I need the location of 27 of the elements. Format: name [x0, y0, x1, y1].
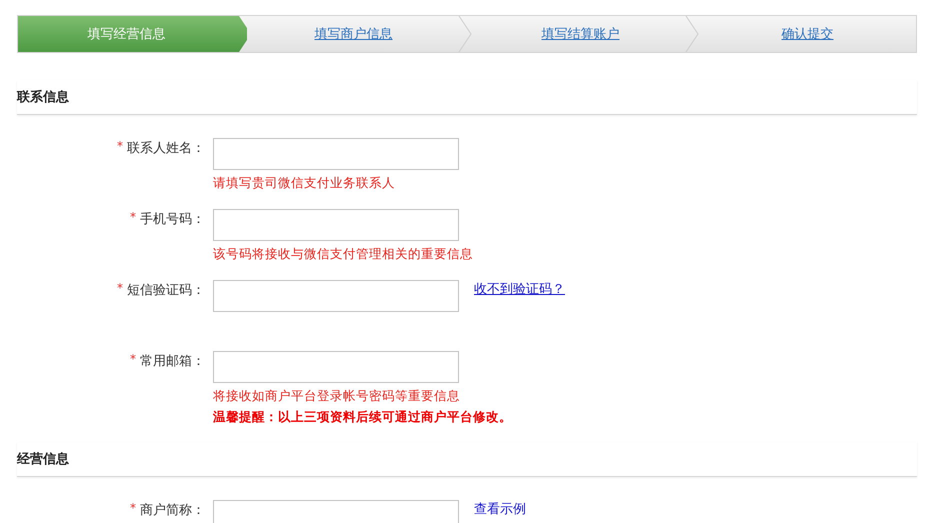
input-field[interactable]: [213, 138, 459, 170]
help-link[interactable]: 查看示例: [474, 501, 526, 517]
field-label: 短信验证码：: [127, 282, 205, 299]
hint-text: 将接收如商户平台登录帐号密码等重要信息: [213, 387, 461, 405]
section-title: 经营信息: [17, 451, 69, 468]
input-field[interactable]: [213, 351, 459, 383]
step-tab[interactable]: 确认提交: [782, 25, 834, 43]
field-label: 商户简称：: [140, 502, 205, 519]
step-tab[interactable]: 填写商户信息: [314, 25, 392, 43]
section-title: 联系信息: [17, 88, 69, 106]
warning-text: 温馨提醒：以上三项资料后续可通过商户平台修改。: [213, 408, 513, 426]
step-tab[interactable]: 填写结算账户: [542, 25, 620, 43]
help-link[interactable]: 收不到验证码？: [474, 281, 565, 297]
required-mark: *: [117, 281, 123, 295]
input-field[interactable]: [213, 500, 459, 523]
required-mark: *: [130, 501, 136, 515]
input-field[interactable]: [213, 280, 459, 312]
hint-text: 请填写贵司微信支付业务联系人: [213, 174, 396, 192]
required-mark: *: [117, 139, 123, 153]
required-mark: *: [130, 352, 136, 366]
field-label: 常用邮箱：: [140, 353, 205, 370]
field-label: 联系人姓名：: [127, 140, 205, 157]
hint-text: 该号码将接收与微信支付管理相关的重要信息: [213, 245, 474, 263]
step-tab[interactable]: 填写经营信息: [88, 25, 166, 43]
field-label: 手机号码：: [140, 211, 205, 228]
required-mark: *: [130, 210, 136, 224]
input-field[interactable]: [213, 209, 459, 241]
